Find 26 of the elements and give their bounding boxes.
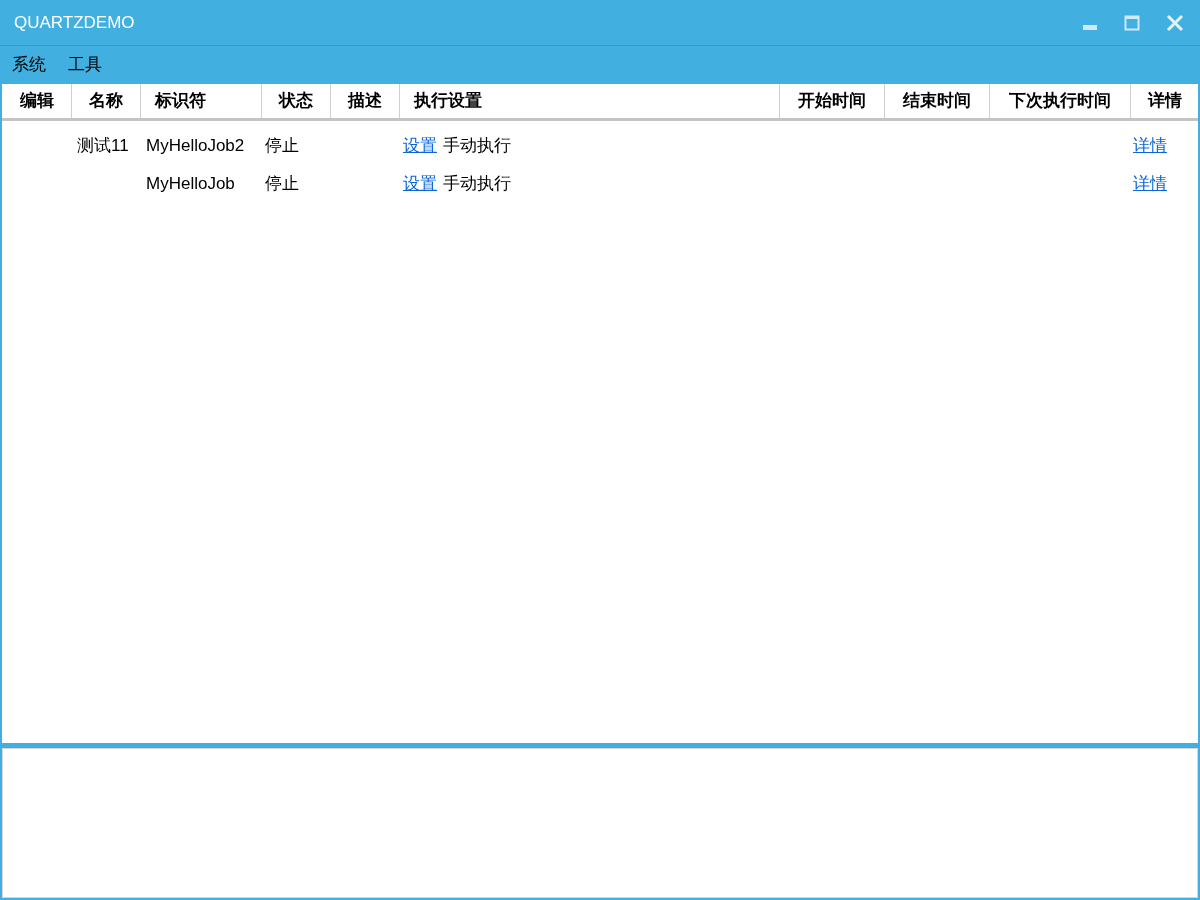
column-header[interactable]: 结束时间 [885,84,990,118]
column-header[interactable]: 下次执行时间 [990,84,1131,118]
column-header[interactable]: 开始时间 [780,84,885,118]
table-cell-text: 手动执行 [443,135,511,158]
table-cell-text: MyHelloJob2 [145,135,246,158]
settings-link[interactable]: 设置 [403,133,437,159]
column-header[interactable]: 执行设置 [400,84,780,118]
details-link[interactable]: 详情 [1133,174,1167,194]
table-cell-text: 停止 [264,135,300,158]
details-link[interactable]: 详情 [1133,136,1167,156]
column-header[interactable]: 描述 [331,84,400,118]
window-title: QUARTZDEMO [13,11,135,34]
column-header[interactable]: 标识符 [141,84,262,118]
column-header[interactable]: 编辑 [2,84,72,118]
close-icon[interactable] [1166,13,1184,32]
column-header[interactable]: 详情 [1131,84,1198,118]
table-cell-text: 手动执行 [443,173,511,196]
table-cell-text: 测试11 [76,135,130,158]
menu-item[interactable]: 工具 [68,52,102,78]
maximize-icon[interactable] [1124,14,1140,31]
table-cell-text: MyHelloJob [145,173,236,196]
table-cell-text: 停止 [264,173,300,196]
column-header[interactable]: 状态 [262,84,331,118]
settings-link[interactable]: 设置 [403,171,437,197]
column-header[interactable]: 名称 [72,84,141,118]
menu-item[interactable]: 系统 [12,52,46,78]
